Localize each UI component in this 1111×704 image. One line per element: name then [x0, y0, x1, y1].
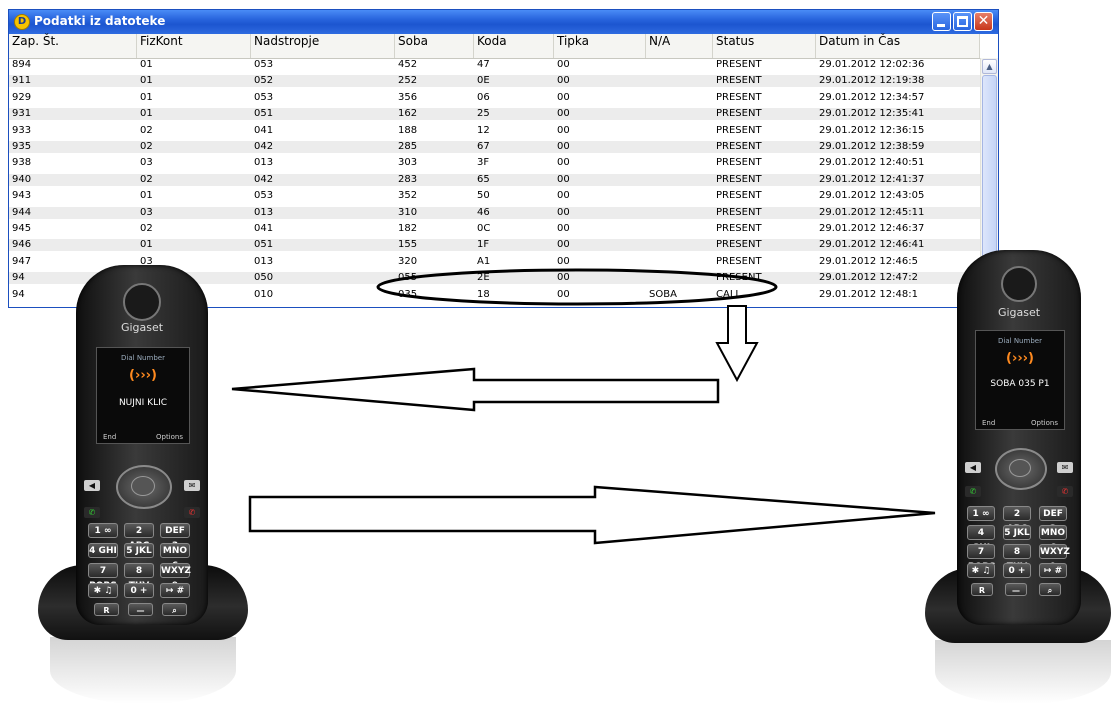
softkey-end[interactable]: End — [103, 433, 116, 441]
softkey-end[interactable]: End — [982, 419, 995, 427]
softkey-options[interactable]: Options — [1031, 419, 1058, 427]
key-r[interactable]: R — [971, 583, 993, 596]
key-1[interactable]: 1 ∞ — [88, 523, 118, 538]
screen-message: SOBA 035 P1 — [990, 379, 1050, 389]
hangup-icon[interactable]: ✆ — [1057, 486, 1073, 497]
key-7[interactable]: 7 PQRS — [967, 544, 996, 572]
phone-left: Gigaset Dial Number (›››) NUJNI KLIC End… — [38, 265, 248, 704]
key-6[interactable]: MNO 6 — [1039, 525, 1067, 553]
phone-right-reflection — [935, 640, 1111, 704]
key-4[interactable]: 4 GHI — [967, 525, 995, 553]
highlight-ellipse — [376, 268, 778, 306]
phone-left-handset: Gigaset Dial Number (›››) NUJNI KLIC End… — [76, 265, 208, 625]
key-dash[interactable]: — — [1005, 583, 1027, 596]
down-arrow — [715, 305, 759, 383]
key-6[interactable]: MNO 6 — [160, 543, 190, 571]
left-arrow — [231, 367, 720, 412]
earpiece-icon — [1001, 266, 1037, 302]
brand-logo: Gigaset — [997, 306, 1041, 319]
message-icon[interactable]: ✉ — [184, 480, 200, 491]
screen-title: Dial Number — [121, 354, 165, 362]
key-3[interactable]: DEF 3 — [160, 523, 190, 551]
key-mute[interactable]: ⌕ — [162, 603, 187, 616]
key-0[interactable]: 0 + — [124, 583, 154, 598]
key-r[interactable]: R — [94, 603, 119, 616]
phone-right-screen: Dial Number (›››) SOBA 035 P1 End Option… — [975, 330, 1065, 430]
right-arrow — [248, 485, 936, 545]
phone-left-screen: Dial Number (›››) NUJNI KLIC End Options — [96, 347, 190, 444]
phone-right: Gigaset Dial Number (›››) SOBA 035 P1 En… — [925, 250, 1111, 704]
hangup-icon[interactable]: ✆ — [184, 507, 200, 518]
key-mute[interactable]: ⌕ — [1039, 583, 1061, 596]
nav-center-button[interactable] — [131, 476, 155, 496]
key-8[interactable]: 8 TUV — [1003, 544, 1031, 572]
key-5[interactable]: 5 JKL — [1003, 525, 1031, 540]
key-star[interactable]: ✱ ♫ — [88, 583, 118, 598]
phone-right-handset: Gigaset Dial Number (›››) SOBA 035 P1 En… — [957, 250, 1081, 625]
speaker-icon[interactable]: ◀ — [965, 462, 981, 473]
key-7[interactable]: 7 PQRS — [88, 563, 118, 591]
key-9[interactable]: WXYZ 9 — [1039, 544, 1070, 572]
key-5[interactable]: 5 JKL — [124, 543, 154, 558]
keypad-right: 1 ∞ 2 ABC DEF 3 4 GHI 5 JKL MNO 6 7 PQRS… — [967, 506, 1071, 606]
brand-logo: Gigaset — [120, 321, 164, 334]
key-dash[interactable]: — — [128, 603, 153, 616]
key-9[interactable]: WXYZ 9 — [160, 563, 191, 591]
key-0[interactable]: 0 + — [1003, 563, 1031, 578]
phone-left-reflection — [50, 637, 236, 704]
softkey-options[interactable]: Options — [156, 433, 183, 441]
speaker-icon[interactable]: ◀ — [84, 480, 100, 491]
key-3[interactable]: DEF 3 — [1039, 506, 1067, 534]
call-icon[interactable]: ✆ — [965, 486, 981, 497]
nav-center-button[interactable] — [1009, 459, 1031, 477]
key-hash[interactable]: ↦ # — [1039, 563, 1067, 578]
key-8[interactable]: 8 TUV — [124, 563, 154, 591]
key-star[interactable]: ✱ ♫ — [967, 563, 995, 578]
key-hash[interactable]: ↦ # — [160, 583, 190, 598]
key-4[interactable]: 4 GHI — [88, 543, 118, 558]
nav-ring[interactable] — [116, 465, 172, 509]
key-2[interactable]: 2 ABC — [124, 523, 154, 551]
key-1[interactable]: 1 ∞ — [967, 506, 995, 521]
call-icon[interactable]: ✆ — [84, 507, 100, 518]
keypad-left: 1 ∞ 2 ABC DEF 3 4 GHI 5 JKL MNO 6 7 PQRS… — [88, 523, 198, 623]
earpiece-icon — [123, 283, 161, 321]
key-2[interactable]: 2 ABC — [1003, 506, 1031, 534]
screen-message: NUJNI KLIC — [118, 398, 168, 408]
screen-title: Dial Number — [998, 337, 1042, 345]
message-icon[interactable]: ✉ — [1057, 462, 1073, 473]
dial-icon: (›››) — [1006, 351, 1034, 366]
nav-ring[interactable] — [995, 448, 1047, 490]
dial-icon: (›››) — [129, 368, 157, 383]
